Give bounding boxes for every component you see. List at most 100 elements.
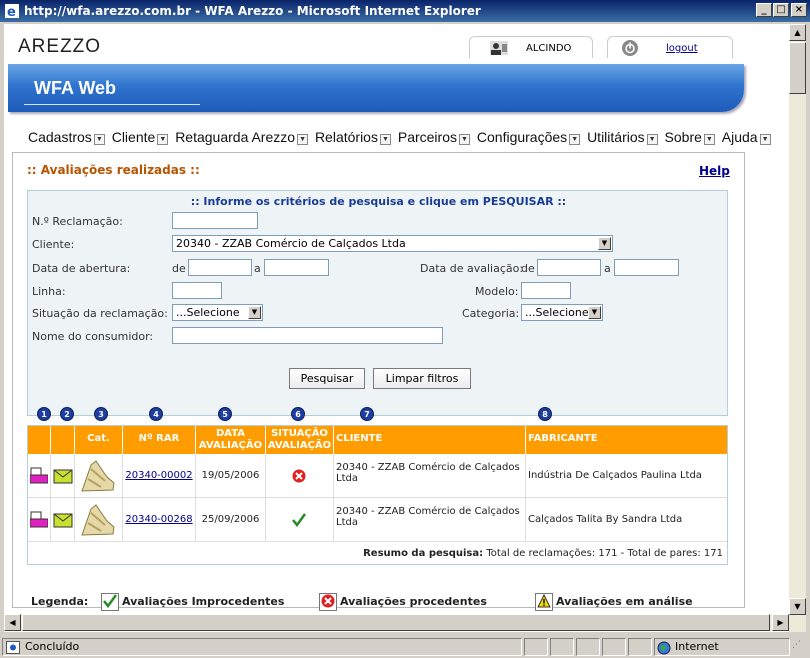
minimize-button[interactable]: _ [756,3,772,17]
reclamacao-label: N.º Reclamação: [32,215,123,228]
row1-status-cell [266,454,334,498]
x-circle-icon [292,469,306,483]
row1-category-cell [75,454,123,498]
edit-icon[interactable] [30,511,48,528]
status-pane: Concluído [2,638,522,656]
linha-input[interactable] [172,282,222,299]
row2-date: 25/09/2006 [196,498,266,542]
menu-ajuda[interactable]: Ajuda ▼ [722,129,771,145]
categoria-select[interactable]: ...Selecione ▼ [521,304,603,321]
row2-rar-link[interactable]: 20340-00268 [123,498,196,542]
svg-text:e: e [7,5,16,19]
chevron-down-icon: ▼ [93,134,105,145]
chevron-down-icon: ▼ [297,134,309,145]
evaluations-panel: :: Avaliações realizadas :: Help :: Info… [12,152,745,611]
header-situacao: SITUAÇÃO AVALIAÇÃO [266,426,334,454]
abertura-from-input[interactable] [188,259,252,276]
zone-text: Internet [675,640,719,653]
search-summary: Resumo da pesquisa: Total de reclamações… [363,548,723,559]
menu-parceiros[interactable]: Parceiros ▼ [398,129,470,145]
row1-fabricante: Indústria De Calçados Paulina Ltda [526,454,727,498]
h-scroll-thumb[interactable] [22,614,770,631]
zone-pane: Internet [654,638,790,656]
cliente-label: Cliente: [32,238,75,251]
consumidor-input[interactable] [172,327,443,344]
page-title: :: Avaliações realizadas :: [27,163,200,177]
envelope-icon[interactable] [53,511,73,528]
avaliacao-from-input[interactable] [537,259,601,276]
row2-edit-cell [28,498,51,542]
status-pane-5 [602,638,626,656]
edit-icon[interactable] [30,467,48,484]
avaliacao-de-label: de [521,262,535,275]
abertura-a-label: a [254,262,261,275]
clear-filters-button[interactable]: Limpar filtros [373,368,471,389]
row2-status-cell [266,498,334,542]
menu-sobre[interactable]: Sobre ▼ [665,129,715,145]
scroll-right-arrow[interactable]: ▶ [772,614,789,631]
column-number-3: 3 [94,407,108,421]
search-filters: :: Informe os critérios de pesquisa e cl… [27,190,728,416]
cliente-select[interactable]: 20340 - ZZAB Comércio de Calçados Ltda ▼ [172,235,613,252]
legend-analise: Avaliações em análise [535,593,693,611]
header-rar: Nº RAR [123,426,196,454]
menu-cadastros[interactable]: Cadastros ▼ [28,129,105,145]
checkmark-icon [101,593,119,611]
column-number-7: 7 [360,407,374,421]
status-pane-2 [524,638,548,656]
legend-improcedentes: Avaliações Improcedentes [101,593,284,611]
chevron-down-icon: ▼ [646,134,658,145]
browser-window: e http://wfa.arezzo.com.br - WFA Arezzo … [0,0,810,658]
header-cliente: CLIENTE [334,426,526,454]
abertura-to-input[interactable] [264,259,329,276]
abertura-label: Data de abertura: [32,262,131,275]
maximize-button[interactable]: □ [773,3,789,17]
scroll-left-arrow[interactable]: ◀ [4,614,21,631]
warning-icon [535,593,553,611]
menu-configuracoes[interactable]: Configurações ▼ [477,129,581,145]
modelo-label: Modelo: [475,285,519,298]
situacao-label: Situação da reclamação: [32,307,168,320]
avaliacao-label: Data de avaliação: [420,262,524,275]
header-cat: Cat. [75,426,123,454]
scroll-up-arrow[interactable]: ▲ [789,24,806,41]
avaliacao-a-label: a [604,262,611,275]
menu-retaguarda[interactable]: Retaguarda Arezzo ▼ [175,129,309,145]
scroll-down-arrow[interactable]: ▼ [789,598,806,615]
row1-mail-cell [51,454,75,498]
column-number-6: 6 [291,407,305,421]
page-viewport: AREZZO ALCINDO logout WFA Web Cadastros ▼… [4,24,789,632]
consumidor-label: Nome do consumidor: [32,330,154,343]
situacao-select[interactable]: ...Selecione ▼ [172,304,263,321]
help-link[interactable]: Help [699,164,730,178]
sandal-icon [81,504,115,536]
menu-relatorios[interactable]: Relatórios ▼ [315,129,391,145]
chevron-down-icon: ▼ [588,306,601,319]
resize-grip-icon[interactable]: ⋰ [792,640,806,654]
row1-rar-link[interactable]: 20340-00002 [123,454,196,498]
header-cell-mail [51,426,75,454]
search-button[interactable]: Pesquisar [289,368,365,389]
header-cell-edit [28,426,51,454]
logout-link[interactable]: logout [666,37,698,61]
results-table: Cat. Nº RAR DATA AVALIAÇÃO SITUAÇÃO AVAL… [27,425,728,565]
main-menu: Cadastros ▼ Cliente ▼ Retaguarda Arezzo ▼ R… [28,129,774,145]
row2-fabricante: Calçados Talita By Sandra Ltda [526,498,727,542]
horizontal-scrollbar[interactable]: ◀ ▶ [4,614,789,631]
app-banner: WFA Web [8,64,744,112]
column-number-8: 8 [538,407,552,421]
status-pane-4 [576,638,600,656]
modelo-input[interactable] [521,282,571,299]
status-pane-3 [550,638,574,656]
avaliacao-to-input[interactable] [614,259,679,276]
close-button[interactable]: × [791,3,807,17]
row1-date: 19/05/2006 [196,454,266,498]
scroll-thumb[interactable] [789,42,806,94]
reclamacao-input[interactable] [172,212,258,229]
envelope-icon[interactable] [53,467,73,484]
chevron-down-icon: ▼ [379,134,391,145]
menu-utilitarios[interactable]: Utilitários ▼ [587,129,658,145]
vertical-scrollbar[interactable]: ▲ ▼ [789,24,806,632]
status-pane-6 [628,638,652,656]
menu-cliente[interactable]: Cliente ▼ [112,129,169,145]
